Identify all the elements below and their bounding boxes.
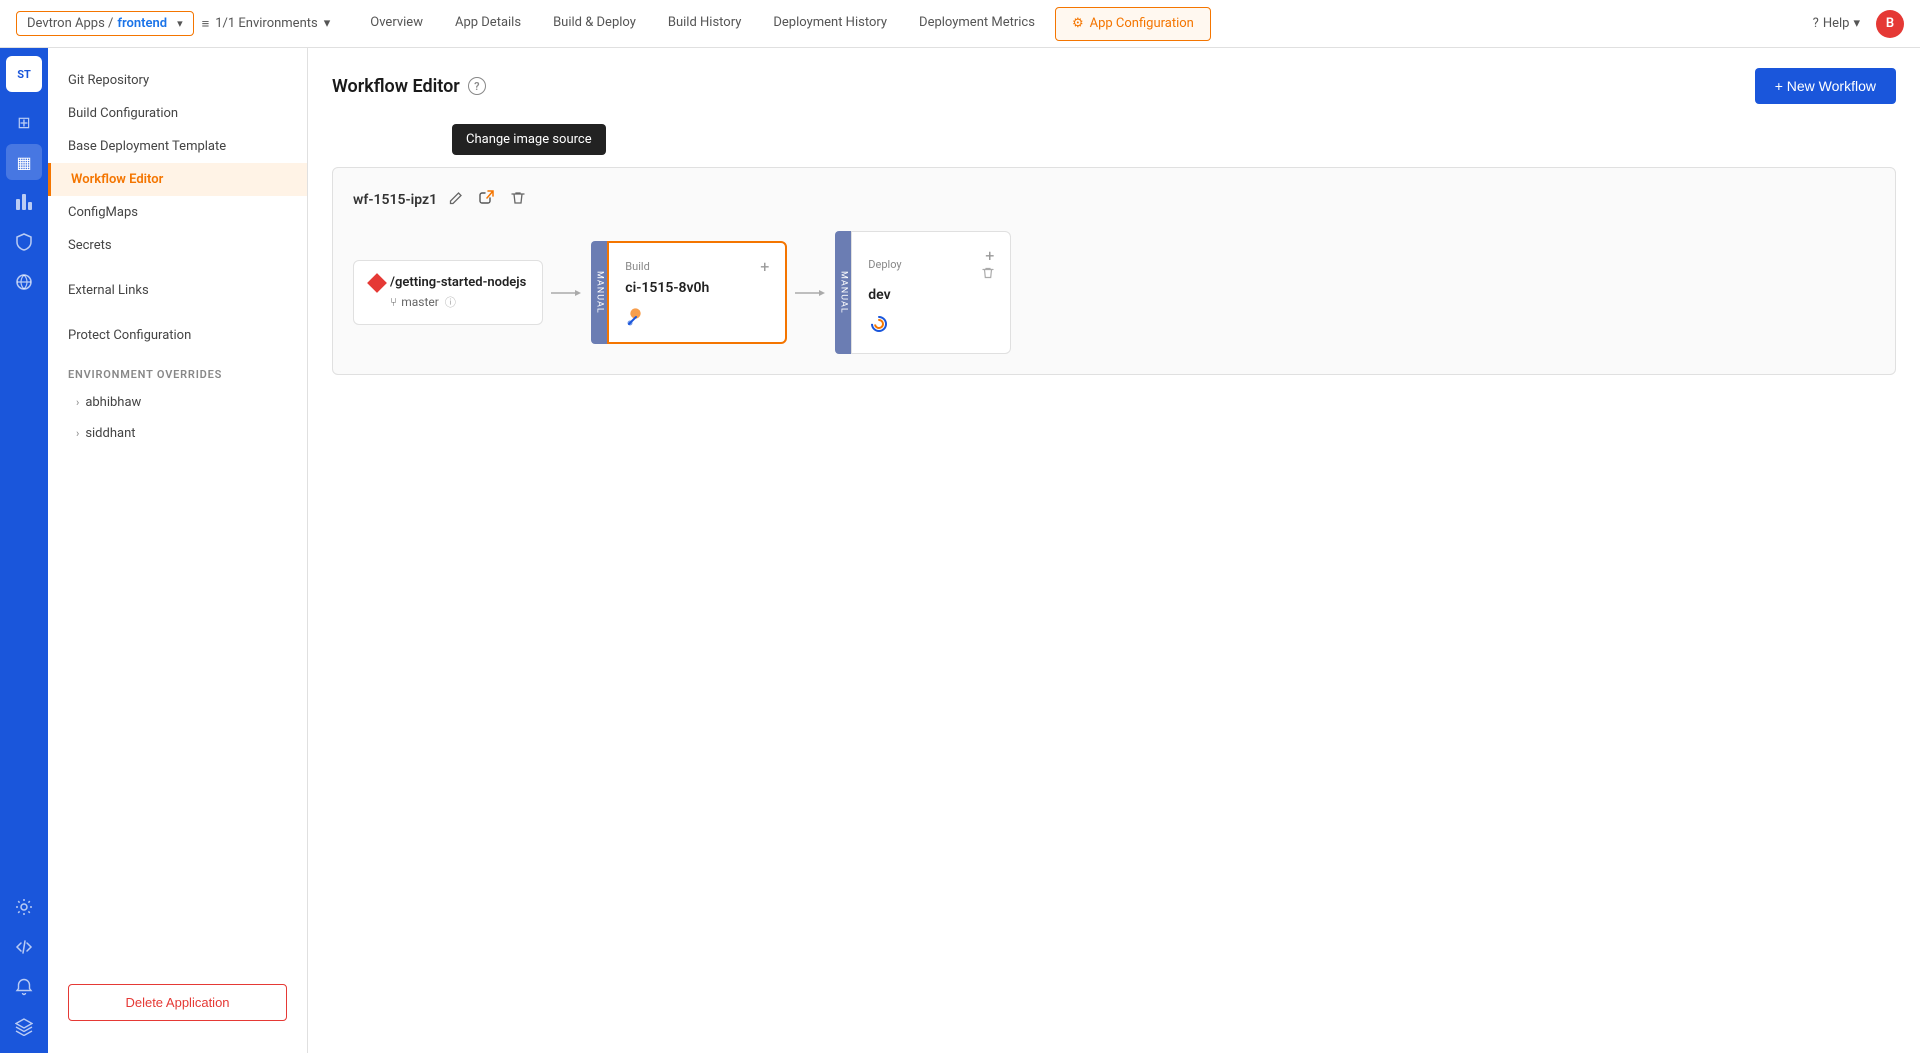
workflow-link-button[interactable] [475, 188, 499, 211]
workflow-id: wf-1515-ipz1 [353, 192, 437, 208]
deploy-node-header: Deploy + [868, 246, 994, 283]
new-workflow-button[interactable]: + New Workflow [1755, 68, 1896, 104]
left-nav-env-siddhant[interactable]: › siddhant [48, 418, 307, 449]
sidebar-icon-dashboard[interactable]: ⊞ [6, 104, 42, 140]
build-name: ci-1515-8v0h [625, 280, 769, 296]
sidebar-icon-global[interactable] [6, 264, 42, 300]
content-header: Workflow Editor ? + New Workflow [332, 68, 1896, 104]
source-header: /getting-started-nodejs [370, 275, 526, 290]
build-node-wrapper: MANUAL Build + ci-1515-8v0h [591, 241, 787, 344]
workflow-edit-button[interactable] [445, 189, 467, 210]
env-chevron-icon: ▾ [324, 16, 331, 31]
source-name: /getting-started-nodejs [390, 275, 526, 290]
branch-icon: ⑂ [390, 295, 397, 309]
arrow-build-to-deploy [787, 287, 835, 299]
tab-app-details[interactable]: App Details [439, 0, 537, 48]
help-chevron-icon: ▾ [1853, 16, 1860, 31]
left-nav: Git Repository Build Configuration Base … [48, 48, 308, 1053]
deploy-name: dev [868, 287, 994, 303]
filter-icon: ≡ [202, 16, 210, 32]
left-nav-configmaps[interactable]: ConfigMaps [48, 196, 307, 229]
top-bar: Devtron Apps / frontend ▾ ≡ 1/1 Environm… [0, 0, 1920, 48]
build-add-button[interactable]: + [760, 257, 769, 276]
delete-application-area: Delete Application [48, 968, 307, 1037]
left-nav-base-deployment-template[interactable]: Base Deployment Template [48, 130, 307, 163]
tools-icon [625, 306, 647, 328]
top-nav-tabs: Overview App Details Build & Deploy Buil… [354, 0, 1812, 48]
env-label: 1/1 Environments [215, 16, 318, 31]
help-label: Help [1823, 16, 1850, 31]
build-node[interactable]: Build + ci-1515-8v0h [607, 241, 787, 344]
avatar[interactable]: B [1876, 10, 1904, 38]
deploy-node[interactable]: Deploy + dev [851, 231, 1011, 354]
left-nav-env-abhibhaw[interactable]: › abhibhaw [48, 387, 307, 418]
page-title: Workflow Editor ? [332, 76, 486, 97]
delete-application-button[interactable]: Delete Application [68, 984, 287, 1021]
source-diamond-icon [367, 273, 387, 293]
source-help-icon: ⓘ [445, 294, 456, 310]
deploy-manual-label: MANUAL [835, 231, 851, 354]
source-node[interactable]: /getting-started-nodejs ⑂ master ⓘ [353, 260, 543, 325]
env-overrides-label: ENVIRONMENT OVERRIDES [48, 352, 307, 387]
left-nav-external-links[interactable]: External Links [48, 274, 307, 307]
app-logo: ST [6, 56, 42, 92]
tab-overview[interactable]: Overview [354, 0, 439, 48]
change-image-source-tooltip: Change image source [452, 124, 606, 155]
sidebar-icon-charts[interactable] [6, 184, 42, 220]
workflow-delete-button[interactable] [507, 189, 529, 210]
left-nav-build-configuration[interactable]: Build Configuration [48, 97, 307, 130]
env-selector[interactable]: ≡ 1/1 Environments ▾ [202, 16, 331, 32]
tab-app-configuration[interactable]: ⚙ App Configuration [1055, 7, 1211, 41]
workflow-header: wf-1515-ipz1 [353, 188, 1875, 211]
main-content: Workflow Editor ? + New Workflow Change … [308, 48, 1920, 1053]
main-layout: ST ⊞ ▦ Git Repository Build Con [0, 48, 1920, 1053]
workflow-area: wf-1515-ipz1 /getting-started-nodejs [332, 167, 1896, 375]
gear-icon: ⚙ [1072, 16, 1084, 31]
sidebar-icon-layers[interactable] [6, 1009, 42, 1045]
breadcrumb-prefix: Devtron Apps / [27, 16, 113, 31]
build-manual-label: MANUAL [591, 241, 607, 344]
sidebar-icon-apps[interactable]: ▦ [6, 144, 42, 180]
build-label: Build [625, 260, 649, 273]
breadcrumb[interactable]: Devtron Apps / frontend ▾ [16, 11, 194, 36]
deploy-spinner-icon [868, 313, 890, 335]
arrow-source-to-build [543, 287, 591, 299]
workflow-help-icon[interactable]: ? [468, 77, 486, 95]
tab-build-history[interactable]: Build History [652, 0, 758, 48]
deploy-add-button[interactable]: + [985, 246, 994, 265]
left-nav-workflow-editor[interactable]: Workflow Editor [48, 163, 307, 196]
source-branch: ⑂ master ⓘ [370, 294, 526, 310]
sidebar-icon-code[interactable] [6, 929, 42, 965]
left-nav-secrets[interactable]: Secrets [48, 229, 307, 262]
branch-label: master [401, 295, 439, 309]
deploy-label: Deploy [868, 258, 901, 271]
left-nav-protect-configuration[interactable]: Protect Configuration [48, 319, 307, 352]
breadcrumb-app-name: frontend [117, 16, 167, 31]
sidebar-icon-notifications[interactable] [6, 969, 42, 1005]
tab-deployment-metrics[interactable]: Deployment Metrics [903, 0, 1051, 48]
help-button[interactable]: ? Help ▾ [1813, 16, 1860, 31]
tab-build-deploy[interactable]: Build & Deploy [537, 0, 652, 48]
pipeline-row: /getting-started-nodejs ⑂ master ⓘ MANUA… [353, 231, 1875, 354]
deploy-controls: + [982, 246, 994, 283]
sidebar-icon-settings[interactable] [6, 889, 42, 925]
tab-deployment-history[interactable]: Deployment History [757, 0, 903, 48]
chevron-right-icon: › [76, 427, 79, 440]
chevron-right-icon: › [76, 396, 79, 409]
build-node-header: Build + [625, 257, 769, 276]
help-circle-icon: ? [1813, 16, 1819, 31]
deploy-node-wrapper: MANUAL Deploy + dev [835, 231, 1011, 354]
deploy-delete-button[interactable] [982, 267, 994, 283]
icon-sidebar: ST ⊞ ▦ [0, 48, 48, 1053]
left-nav-git-repository[interactable]: Git Repository [48, 64, 307, 97]
breadcrumb-chevron-icon: ▾ [177, 17, 183, 30]
sidebar-icon-security[interactable] [6, 224, 42, 260]
